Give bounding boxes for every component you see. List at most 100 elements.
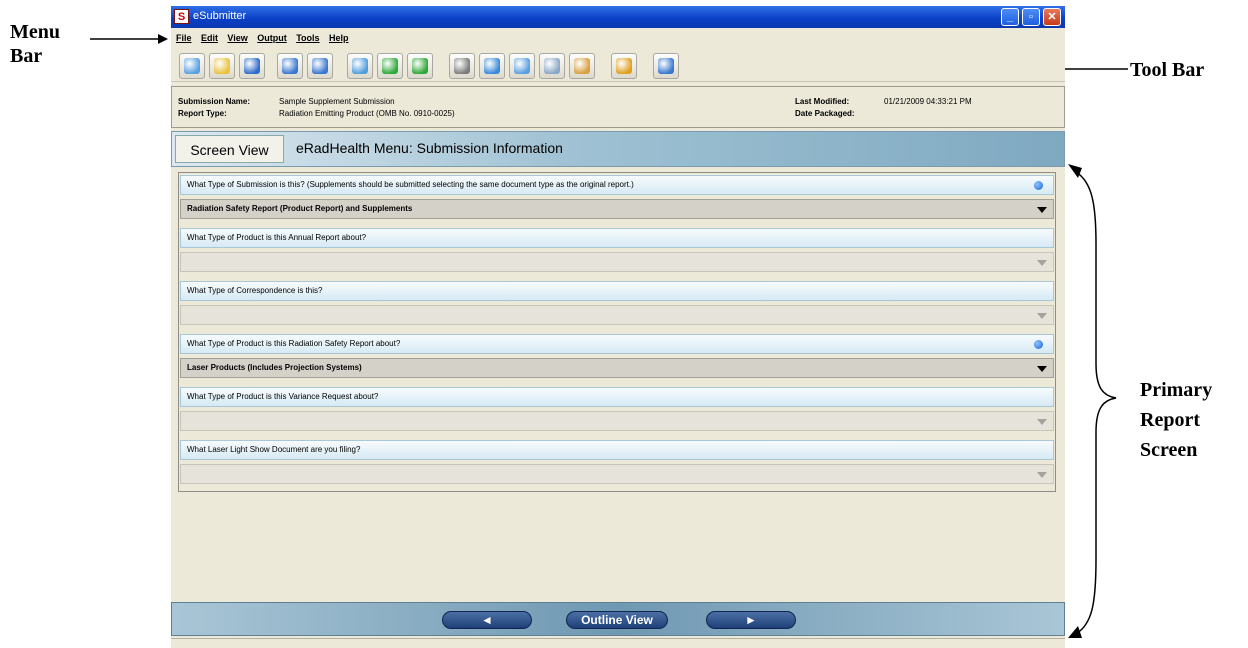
menu-edit[interactable]: Edit (201, 33, 218, 43)
question-label-3: What Type of Correspondence is this? (180, 281, 1054, 301)
split-window-button[interactable] (307, 53, 333, 79)
date-packaged-label: Date Packaged: (795, 109, 855, 118)
menu-bar-annotation-line1: Menu (10, 21, 60, 43)
question-text: What Type of Submission is this? (Supple… (187, 180, 634, 189)
menu-bar-annotation-line2: Bar (10, 45, 43, 67)
question-label-2: What Type of Product is this Annual Repo… (180, 228, 1054, 248)
single-window-button[interactable] (277, 53, 303, 79)
primary-report-screen-annotation-line3: Screen (1140, 439, 1198, 461)
last-modified-label: Last Modified: (795, 97, 850, 106)
back-arrow-icon (382, 58, 398, 74)
chevron-down-icon (1037, 419, 1047, 425)
forward-button[interactable]: ► (706, 611, 796, 629)
split-window-icon (312, 58, 328, 74)
primary-report-screen-annotation-line2: Report (1140, 409, 1200, 431)
tool-bar (171, 48, 1065, 82)
submission-info-bar: Submission Name: Sample Supplement Submi… (171, 86, 1065, 128)
cut-scissors-icon (514, 58, 530, 74)
dropdown-value: Radiation Safety Report (Product Report)… (187, 204, 413, 213)
screen-header: Screen View eRadHealth Menu: Submission … (171, 131, 1065, 167)
answer-dropdown-4[interactable]: Laser Products (Includes Projection Syst… (180, 358, 1054, 378)
required-indicator-icon (1034, 181, 1043, 190)
last-modified-value: 01/21/2009 04:33:21 PM (884, 97, 972, 106)
save-disk-button[interactable] (239, 53, 265, 79)
menu-view[interactable]: View (227, 33, 247, 43)
outline-view-button[interactable]: Outline View (566, 611, 668, 629)
help-button[interactable] (653, 53, 679, 79)
chevron-down-icon (1037, 366, 1047, 372)
question-text: What Laser Light Show Document are you f… (187, 445, 361, 454)
tool-bar-annotation: Tool Bar (1130, 59, 1205, 81)
screen-title: eRadHealth Menu: Submission Information (296, 140, 563, 156)
refresh-button[interactable] (479, 53, 505, 79)
dropdown-value: Laser Products (Includes Projection Syst… (187, 363, 362, 372)
app-window: S eSubmitter _ ▫ ✕ File Edit View Output… (171, 6, 1065, 648)
chevron-down-icon (1037, 260, 1047, 266)
copy-icon (544, 58, 560, 74)
menu-tools[interactable]: Tools (296, 33, 319, 43)
open-folder-icon (214, 58, 230, 74)
status-bar (171, 638, 1065, 648)
copy-button[interactable] (539, 53, 565, 79)
home-button[interactable] (347, 53, 373, 79)
primary-report-screen-annotation: Primary Report Screen (1140, 375, 1248, 465)
menu-bar-arrow (90, 34, 168, 44)
question-label-6: What Laser Light Show Document are you f… (180, 440, 1054, 460)
package-button[interactable] (611, 53, 637, 79)
save-disk-icon (244, 58, 260, 74)
app-logo-icon: S (174, 9, 189, 24)
title-bar: S eSubmitter _ ▫ ✕ (171, 6, 1065, 28)
answer-dropdown-2[interactable] (180, 252, 1054, 272)
cut-scissors-button[interactable] (509, 53, 535, 79)
forward-arrow-button[interactable] (407, 53, 433, 79)
new-document-button[interactable] (179, 53, 205, 79)
restore-icon[interactable]: ▫ (1022, 8, 1040, 26)
back-arrow-button[interactable] (377, 53, 403, 79)
window-title: eSubmitter (193, 10, 247, 22)
question-text: What Type of Product is this Variance Re… (187, 392, 379, 401)
package-icon (616, 58, 632, 74)
navigation-bar: ◄ Outline View ► (171, 602, 1065, 636)
primary-report-screen-annotation-line1: Primary (1140, 379, 1213, 401)
forward-arrow-icon (412, 58, 428, 74)
chevron-down-icon (1037, 313, 1047, 319)
menu-output[interactable]: Output (257, 33, 287, 43)
question-label-1: What Type of Submission is this? (Supple… (180, 175, 1054, 195)
back-button[interactable]: ◄ (442, 611, 532, 629)
question-label-4: What Type of Product is this Radiation S… (180, 334, 1054, 354)
question-text: What Type of Correspondence is this? (187, 286, 323, 295)
question-text: What Type of Product is this Radiation S… (187, 339, 401, 348)
answer-dropdown-1[interactable]: Radiation Safety Report (Product Report)… (180, 199, 1054, 219)
paste-clipboard-button[interactable] (569, 53, 595, 79)
home-icon (352, 58, 368, 74)
submission-name-value: Sample Supplement Submission (279, 97, 395, 106)
menu-bar-annotation: Menu Bar (10, 20, 90, 68)
settings-gears-button[interactable] (449, 53, 475, 79)
chevron-down-icon (1037, 472, 1047, 478)
screen-view-tab[interactable]: Screen View (175, 135, 284, 163)
minimize-icon[interactable]: _ (1001, 8, 1019, 26)
new-document-icon (184, 58, 200, 74)
report-type-label: Report Type: (178, 109, 227, 118)
close-icon[interactable]: ✕ (1043, 8, 1061, 26)
menu-help[interactable]: Help (329, 33, 349, 43)
menu-file[interactable]: File (176, 33, 192, 43)
report-type-value: Radiation Emitting Product (OMB No. 0910… (279, 109, 455, 118)
question-label-5: What Type of Product is this Variance Re… (180, 387, 1054, 407)
single-window-icon (282, 58, 298, 74)
required-indicator-icon (1034, 340, 1043, 349)
answer-dropdown-3[interactable] (180, 305, 1054, 325)
question-text: What Type of Product is this Annual Repo… (187, 233, 367, 242)
answer-dropdown-5[interactable] (180, 411, 1054, 431)
answer-dropdown-6[interactable] (180, 464, 1054, 484)
questions-panel: What Type of Submission is this? (Supple… (178, 172, 1056, 492)
paste-clipboard-icon (574, 58, 590, 74)
refresh-icon (484, 58, 500, 74)
open-folder-button[interactable] (209, 53, 235, 79)
settings-gears-icon (454, 58, 470, 74)
chevron-down-icon (1037, 207, 1047, 213)
menu-bar: File Edit View Output Tools Help (171, 28, 1065, 48)
help-icon (658, 58, 674, 74)
submission-name-label: Submission Name: (178, 97, 251, 106)
report-screen-brace (1068, 164, 1117, 638)
